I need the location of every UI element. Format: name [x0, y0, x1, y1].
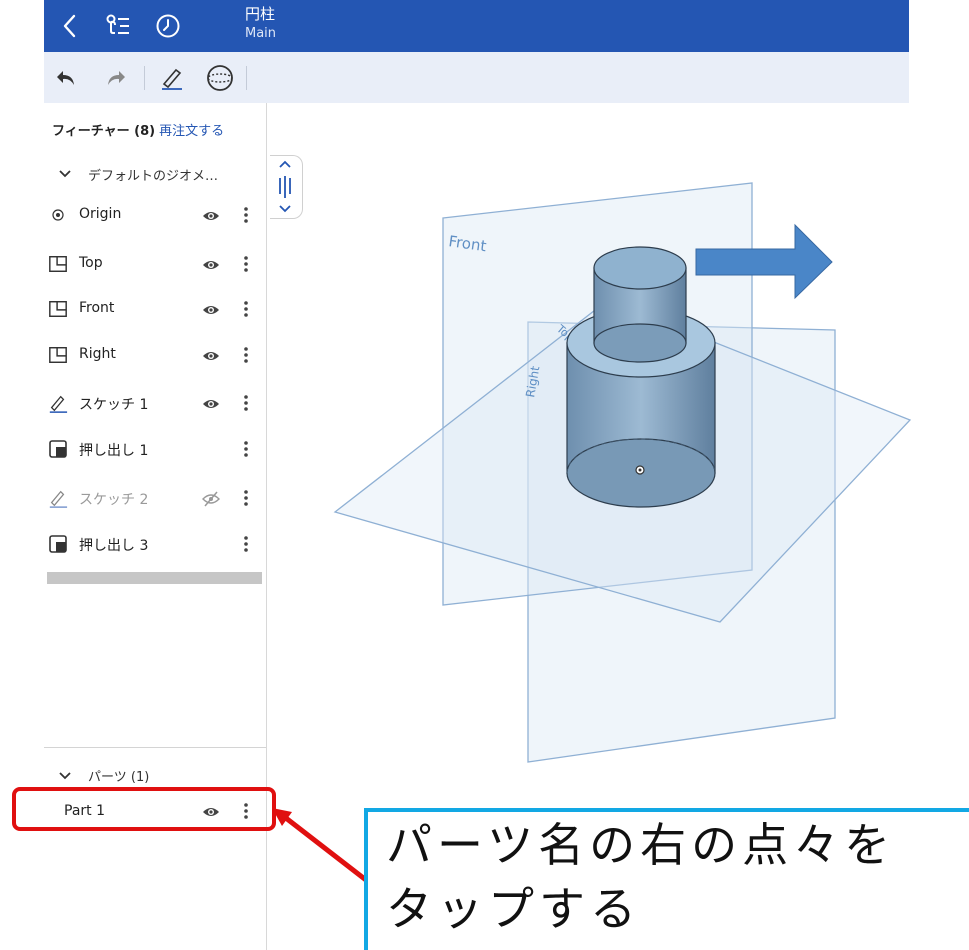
callout-line-1: パーツ名の右の点々を [386, 818, 896, 872]
instruction-callout: パーツ名の右の点々を タップする [364, 808, 969, 950]
callout-line-2: タップする [386, 882, 641, 936]
